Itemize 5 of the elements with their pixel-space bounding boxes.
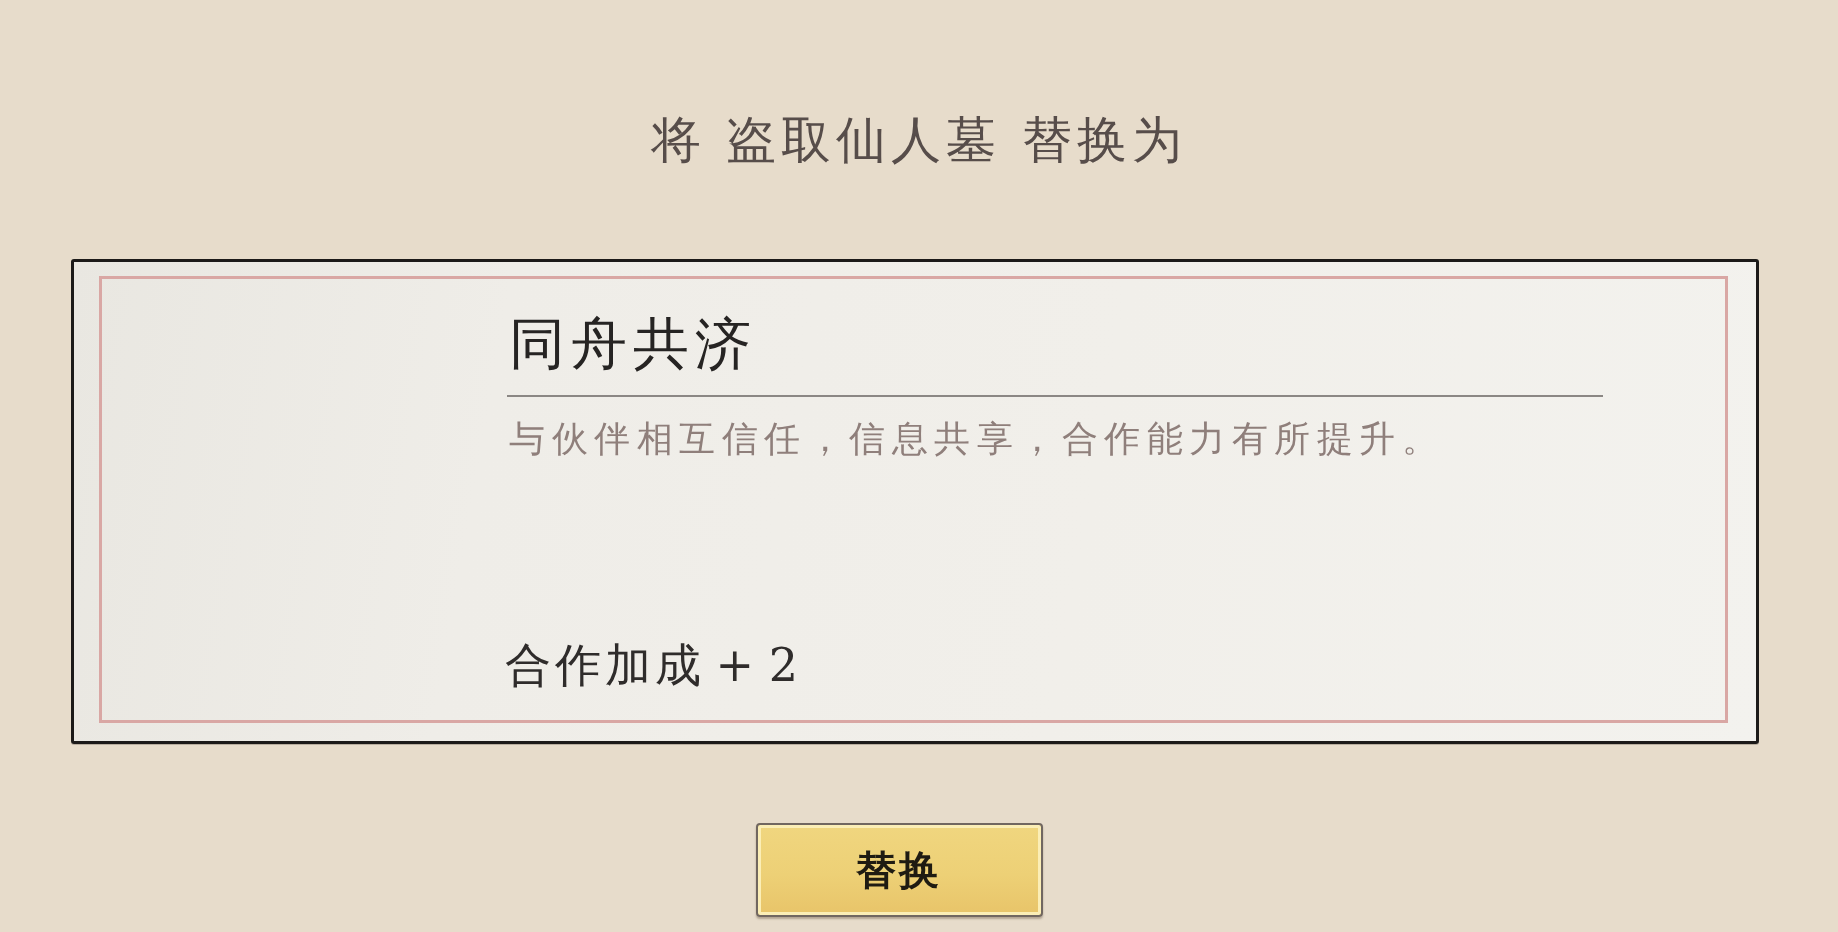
- replace-prompt-title: 将 盗取仙人墓 替换为: [650, 110, 1188, 170]
- replace-button[interactable]: 替换: [755, 823, 1043, 917]
- trait-name: 同舟共济: [509, 311, 757, 377]
- trait-bonus: 合作加成 + 2: [505, 637, 803, 693]
- trait-description: 与伙伴相互信任，信息共享，合作能力有所提升。: [509, 417, 1444, 461]
